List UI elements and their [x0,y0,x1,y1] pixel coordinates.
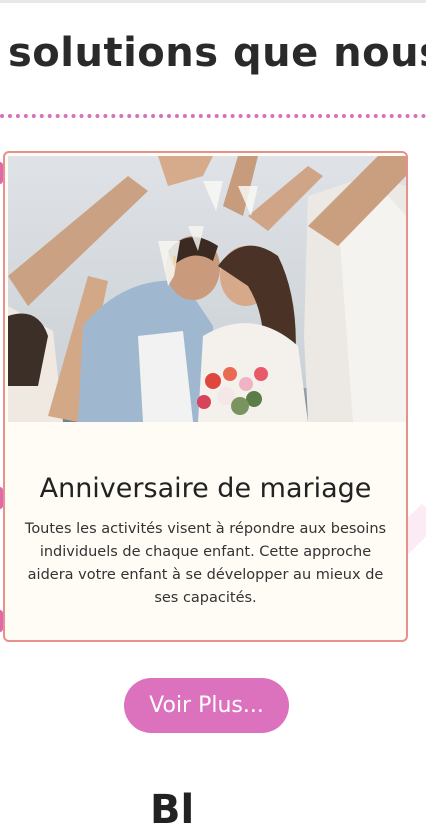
voir-plus-button[interactable]: Voir Plus... [124,678,289,733]
next-section-title: Bl [150,787,195,833]
card-title: Anniversaire de mariage [39,473,372,504]
section-title: solutions que nous [8,30,426,76]
header-bottom-border [0,0,426,3]
card-description: Toutes les activités visent à répondre a… [24,521,387,606]
wedding-photo [8,156,406,422]
service-card[interactable]: Anniversaire de mariage Toutes les activ… [3,151,408,642]
dotted-divider [0,114,426,118]
